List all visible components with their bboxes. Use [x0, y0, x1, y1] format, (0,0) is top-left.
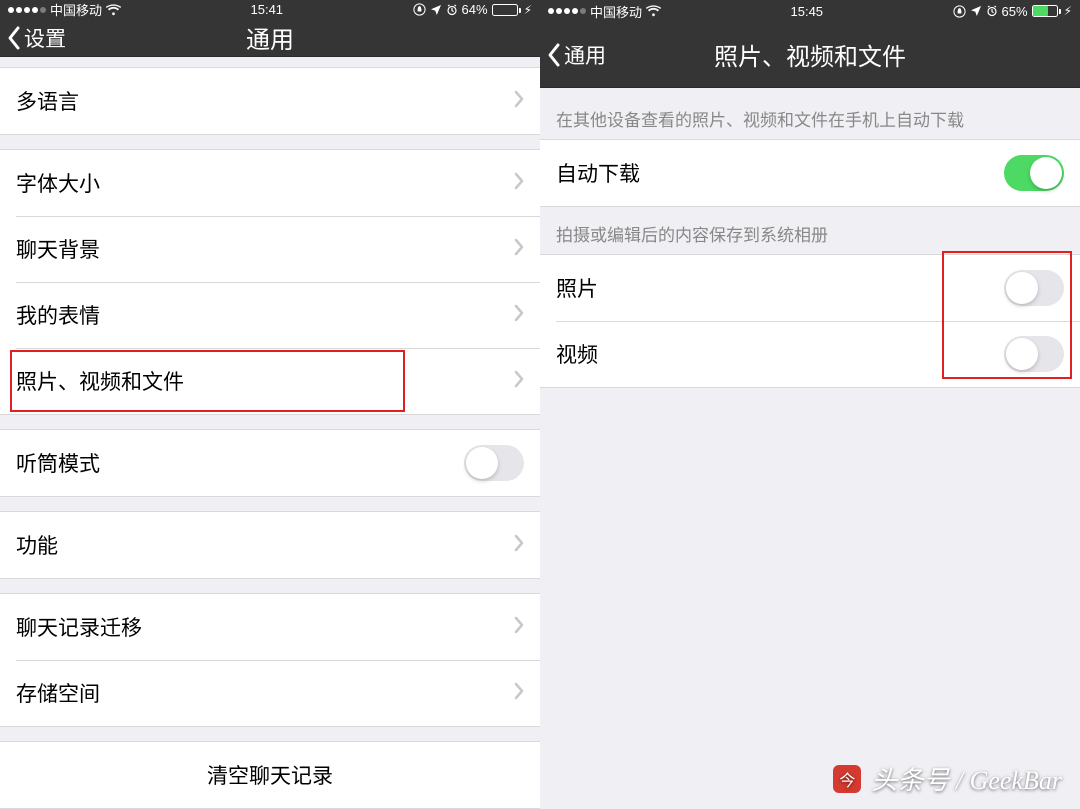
row-my-stickers[interactable]: 我的表情	[0, 282, 540, 348]
charging-icon: ⚡︎	[1064, 4, 1072, 18]
chevron-left-icon	[546, 41, 562, 69]
chevron-right-icon	[514, 682, 524, 705]
alarm-icon	[446, 4, 458, 16]
phone-right: 中国移动 15:45 65% ⚡︎ 通用	[540, 0, 1080, 809]
status-left: 中国移动	[548, 2, 661, 21]
section: 照片 视频	[540, 254, 1080, 388]
row-font-size[interactable]: 字体大小	[0, 150, 540, 216]
chevron-left-icon	[6, 24, 22, 52]
location-icon	[430, 4, 442, 16]
battery-percent: 64%	[462, 2, 488, 17]
row-label: 听筒模式	[16, 448, 100, 478]
signal-dots-icon	[548, 8, 586, 14]
switch-save-video[interactable]	[1004, 336, 1064, 372]
row-label: 视频	[556, 339, 598, 369]
battery-icon	[1032, 5, 1058, 17]
orientation-lock-icon	[413, 3, 426, 16]
chevron-right-icon	[514, 616, 524, 639]
orientation-lock-icon	[953, 5, 966, 18]
row-label: 存储空间	[16, 678, 100, 708]
wifi-icon	[646, 5, 661, 17]
location-icon	[970, 5, 982, 17]
watermark-logo-icon: 今	[833, 765, 861, 793]
row-label: 功能	[16, 530, 58, 560]
switch-auto-download[interactable]	[1004, 155, 1064, 191]
chevron-right-icon	[514, 172, 524, 195]
carrier-label: 中国移动	[50, 0, 102, 19]
row-earpiece-mode: 听筒模式	[0, 430, 540, 496]
row-storage[interactable]: 存储空间	[0, 660, 540, 726]
row-label: 照片	[556, 273, 598, 303]
watermark: 今 头条号 / GeekBar	[833, 760, 1062, 797]
page-title: 通用	[246, 20, 294, 55]
carrier-label: 中国移动	[590, 2, 642, 21]
row-label: 聊天记录迁移	[16, 612, 142, 642]
row-label: 字体大小	[16, 168, 100, 198]
section: 清空聊天记录	[0, 741, 540, 809]
row-save-photo: 照片	[540, 255, 1080, 321]
switch-earpiece-mode[interactable]	[464, 445, 524, 481]
row-features[interactable]: 功能	[0, 512, 540, 578]
wifi-icon	[106, 4, 121, 16]
row-multilanguage[interactable]: 多语言	[0, 68, 540, 134]
row-clear-chat-history[interactable]: 清空聊天记录	[0, 742, 540, 808]
switch-save-photo[interactable]	[1004, 270, 1064, 306]
chevron-right-icon	[514, 238, 524, 261]
status-time: 15:41	[251, 2, 284, 17]
row-auto-download: 自动下载	[540, 140, 1080, 206]
phone-left: 中国移动 15:41 64% ⚡︎ 设置	[0, 0, 540, 809]
back-label: 设置	[24, 23, 66, 53]
row-label: 清空聊天记录	[207, 760, 333, 790]
status-right: 65% ⚡︎	[953, 4, 1072, 19]
nav-bar: 通用 照片、视频和文件	[540, 22, 1080, 88]
row-label: 自动下载	[556, 158, 640, 188]
page-title: 照片、视频和文件	[714, 37, 906, 72]
row-label: 我的表情	[16, 300, 100, 330]
chevron-right-icon	[514, 370, 524, 393]
status-bar: 中国移动 15:41 64% ⚡︎	[0, 0, 540, 19]
status-left: 中国移动	[8, 0, 121, 19]
row-chat-background[interactable]: 聊天背景	[0, 216, 540, 282]
section: 字体大小 聊天背景 我的表情 照片、视频和文件	[0, 149, 540, 415]
row-label: 照片、视频和文件	[16, 366, 184, 396]
charging-icon: ⚡︎	[524, 3, 532, 17]
chevron-right-icon	[514, 90, 524, 113]
status-time: 15:45	[791, 4, 824, 19]
watermark-text: 头条号 / GeekBar	[871, 760, 1062, 797]
battery-percent: 65%	[1002, 4, 1028, 19]
chevron-right-icon	[514, 534, 524, 557]
section: 多语言	[0, 67, 540, 135]
section: 聊天记录迁移 存储空间	[0, 593, 540, 727]
row-label: 聊天背景	[16, 234, 100, 264]
battery-icon	[492, 4, 518, 16]
chevron-right-icon	[514, 304, 524, 327]
section: 听筒模式	[0, 429, 540, 497]
row-save-video: 视频	[540, 321, 1080, 387]
back-button[interactable]: 设置	[6, 19, 66, 56]
row-photos-videos-files[interactable]: 照片、视频和文件	[0, 348, 540, 414]
section: 功能	[0, 511, 540, 579]
back-button[interactable]: 通用	[546, 22, 606, 87]
alarm-icon	[986, 5, 998, 17]
section: 自动下载	[540, 139, 1080, 207]
nav-bar: 设置 通用	[0, 19, 540, 57]
signal-dots-icon	[8, 7, 46, 13]
status-bar: 中国移动 15:45 65% ⚡︎	[540, 0, 1080, 22]
status-right: 64% ⚡︎	[413, 2, 532, 17]
row-label: 多语言	[16, 86, 79, 116]
section-header: 在其他设备查看的照片、视频和文件在手机上自动下载	[540, 92, 1080, 139]
row-chat-migration[interactable]: 聊天记录迁移	[0, 594, 540, 660]
back-label: 通用	[564, 40, 606, 70]
section-header: 拍摄或编辑后的内容保存到系统相册	[540, 207, 1080, 254]
